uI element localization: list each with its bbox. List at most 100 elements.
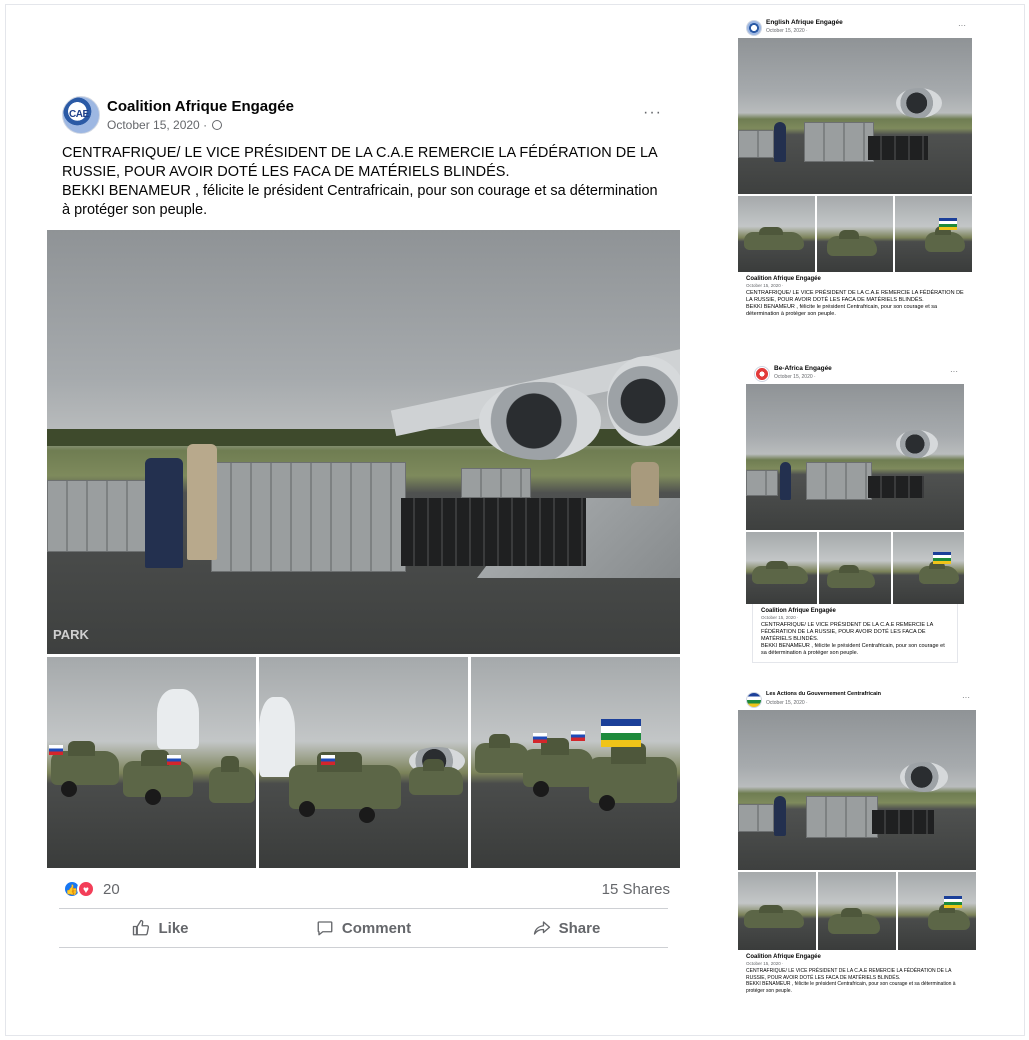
photo-background: [738, 710, 976, 870]
person-suit: [774, 122, 786, 162]
shared-post-thumbnail[interactable]: Be-Africa Engagée October 15, 2020 · ···…: [746, 362, 964, 663]
post-photo-thumb[interactable]: [259, 657, 468, 868]
post-timestamp: October 15, 2020 ·: [766, 28, 808, 34]
page-avatar: [746, 20, 762, 36]
post-photo-thumb: [895, 196, 973, 272]
page-avatar: [754, 366, 770, 382]
person-soldier: [187, 444, 217, 560]
reaction-count: 20: [103, 880, 120, 898]
post-text-line: BEKKI BENAMEUR , félicite le président C…: [62, 183, 658, 218]
shared-text: CENTRAFRIQUE/ LE VICE PRÉSIDENT DE LA C.…: [746, 968, 968, 994]
black-crates: [868, 136, 928, 160]
page-avatar[interactable]: CAE: [62, 96, 100, 134]
post-timestamp[interactable]: October 15, 2020 ·: [107, 118, 223, 132]
vehicle-wheel: [359, 807, 375, 823]
post-timestamp: October 15, 2020 ·: [766, 700, 808, 706]
armored-vehicle: [744, 226, 804, 250]
photo-watermark: PARK: [53, 627, 89, 642]
shared-text-line: BEKKI BENAMEUR , félicite le président C…: [746, 981, 956, 994]
post-photo-thumb[interactable]: [471, 657, 680, 868]
shared-date: October 15, 2020 ·: [746, 961, 784, 966]
vehicle-wheel: [61, 781, 77, 797]
shared-text-line: CENTRAFRIQUE/ LE VICE PRÉSIDENT DE LA C.…: [761, 622, 933, 642]
shared-date: October 15, 2020 ·: [746, 283, 784, 288]
russian-flag: [49, 745, 63, 755]
crate-stack: [211, 462, 406, 572]
armored-vehicle: [523, 737, 593, 787]
page-name-link[interactable]: Coalition Afrique Engagée: [107, 98, 294, 115]
like-button[interactable]: Like: [59, 909, 262, 947]
share-arrow-icon: [533, 921, 550, 935]
armored-vehicle: [744, 904, 804, 928]
crate-stack: [806, 462, 872, 500]
crate-stack: [47, 480, 147, 552]
armored-vehicle: [826, 230, 877, 256]
post-stats: 👍 ♥ 20 15 Shares: [47, 868, 680, 908]
shares-count[interactable]: 15 Shares: [602, 881, 670, 898]
post-text: CENTRAFRIQUE/ LE VICE PRÉSIDENT DE LA C.…: [47, 138, 680, 230]
shared-text-line: CENTRAFRIQUE/ LE VICE PRÉSIDENT DE LA C.…: [746, 968, 952, 981]
post-timestamp: October 15, 2020 ·: [774, 374, 816, 380]
shared-text: CENTRAFRIQUE/ LE VICE PRÉSIDENT DE LA C.…: [746, 290, 964, 318]
vehicle-wheel: [299, 801, 315, 817]
crate-stack: [806, 796, 878, 838]
post-photo-thumb: [746, 532, 818, 604]
thumbs-up-icon: [133, 919, 150, 936]
shared-text-line: BEKKI BENAMEUR , félicite le président C…: [761, 643, 945, 656]
shared-text-line: CENTRAFRIQUE/ LE VICE PRÉSIDENT DE LA C.…: [746, 290, 964, 303]
crate-stack: [738, 130, 774, 158]
reactions-summary[interactable]: 👍 ♥ 20: [63, 880, 120, 898]
post-photo-thumb: [738, 196, 815, 272]
photo-background: [738, 38, 972, 194]
black-crates: [401, 498, 586, 566]
car-flag: [944, 896, 962, 908]
post-text-line: CENTRAFRIQUE/ LE VICE PRÉSIDENT DE LA C.…: [62, 145, 657, 180]
armored-vehicle: [752, 560, 808, 584]
post-date-text: October 15, 2020 ·: [107, 118, 208, 132]
plane-engine: [896, 88, 942, 118]
shared-page-name: Coalition Afrique Engagée: [746, 954, 821, 960]
person-suit: [780, 462, 791, 500]
page-name: Be-Africa Engagée: [774, 365, 832, 372]
shared-post-text: Coalition Afrique Engagée October 15, 20…: [738, 272, 972, 323]
car-flag: [939, 218, 958, 230]
post-photo-thumb: [819, 532, 891, 604]
shared-post-text: Coalition Afrique Engagée October 15, 20…: [738, 950, 976, 999]
post-photo-thumb: [892, 532, 964, 604]
post-photo-row: [746, 532, 964, 604]
shared-date: October 15, 2020 ·: [761, 615, 799, 620]
more-options-icon[interactable]: ···: [643, 104, 662, 122]
russian-flag: [571, 731, 585, 741]
shared-post-text: Coalition Afrique Engagée October 15, 20…: [752, 604, 958, 663]
more-options-icon: ···: [962, 693, 970, 702]
person-suit: [774, 796, 786, 836]
vehicle-wheel: [599, 795, 615, 811]
post-photo-thumb: [818, 872, 896, 950]
comment-label: Comment: [341, 919, 412, 937]
plane-engine: [900, 762, 948, 792]
heart-icon: ♥: [77, 880, 95, 898]
shared-post-thumbnail[interactable]: English Afrique Engagée October 15, 2020…: [738, 16, 973, 323]
plane-engine: [607, 356, 680, 446]
share-button[interactable]: Share: [465, 909, 668, 947]
shared-post-thumbnail[interactable]: Les Actions du Gouvernement Centrafricai…: [738, 688, 976, 999]
vehicle-wheel: [145, 789, 161, 805]
armored-vehicle: [51, 740, 119, 785]
comment-button[interactable]: Comment: [262, 909, 465, 947]
post-header: Les Actions du Gouvernement Centrafricai…: [738, 688, 976, 710]
russian-flag: [321, 755, 335, 765]
post-photo-thumb[interactable]: [47, 657, 256, 868]
page-avatar: [746, 692, 762, 708]
crate-stack: [461, 468, 531, 498]
comment-bubble-icon: [317, 921, 333, 936]
main-post: CAE Coalition Afrique Engagée October 15…: [47, 90, 680, 948]
armored-vehicle: [475, 734, 529, 773]
armored-vehicle: [925, 226, 966, 252]
russian-flag: [533, 733, 547, 743]
page-name: English Afrique Engagée: [766, 19, 843, 26]
post-photo-main: [738, 710, 976, 870]
post-photo-thumb: [738, 872, 816, 950]
post-photo-main[interactable]: PARK: [47, 230, 680, 654]
car-flag: [932, 552, 951, 564]
avatar-logo-text: CAE: [69, 109, 89, 120]
